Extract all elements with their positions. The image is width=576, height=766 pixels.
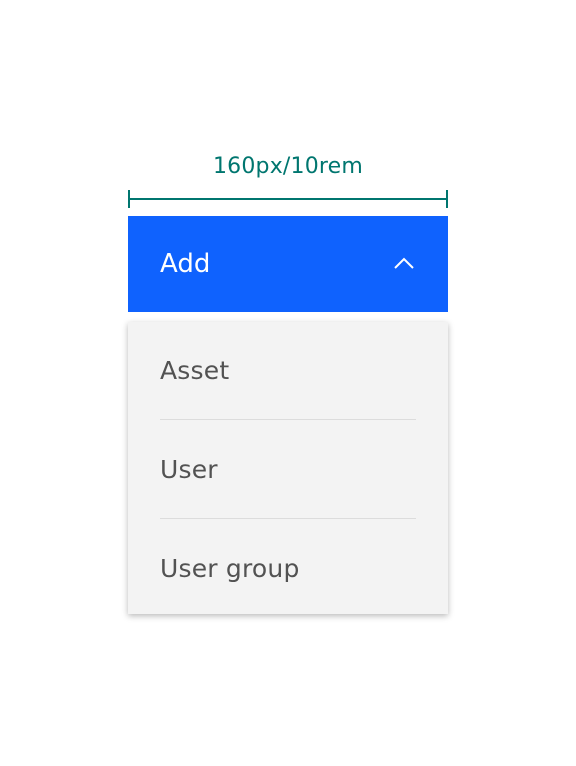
menu-item-user[interactable]: User xyxy=(128,420,448,518)
width-measurement-label: 160px/10rem xyxy=(212,154,364,179)
add-dropdown-button[interactable]: Add xyxy=(128,216,448,312)
measurement-bar xyxy=(128,198,448,200)
canvas: 160px/10rem Add Asset User User group xyxy=(0,0,576,766)
menu-item-user-group[interactable]: User group xyxy=(128,519,448,617)
menu-item-label: User xyxy=(160,454,218,484)
menu-item-asset[interactable]: Asset xyxy=(128,322,448,419)
menu-item-label: Asset xyxy=(160,356,230,385)
chevron-up-icon xyxy=(392,252,416,276)
menu-item-label: User group xyxy=(160,553,300,583)
add-dropdown-label: Add xyxy=(160,249,211,279)
dropdown-menu: Asset User User group xyxy=(128,322,448,614)
measurement-tick-right xyxy=(446,190,448,208)
width-measurement-line xyxy=(128,190,448,208)
